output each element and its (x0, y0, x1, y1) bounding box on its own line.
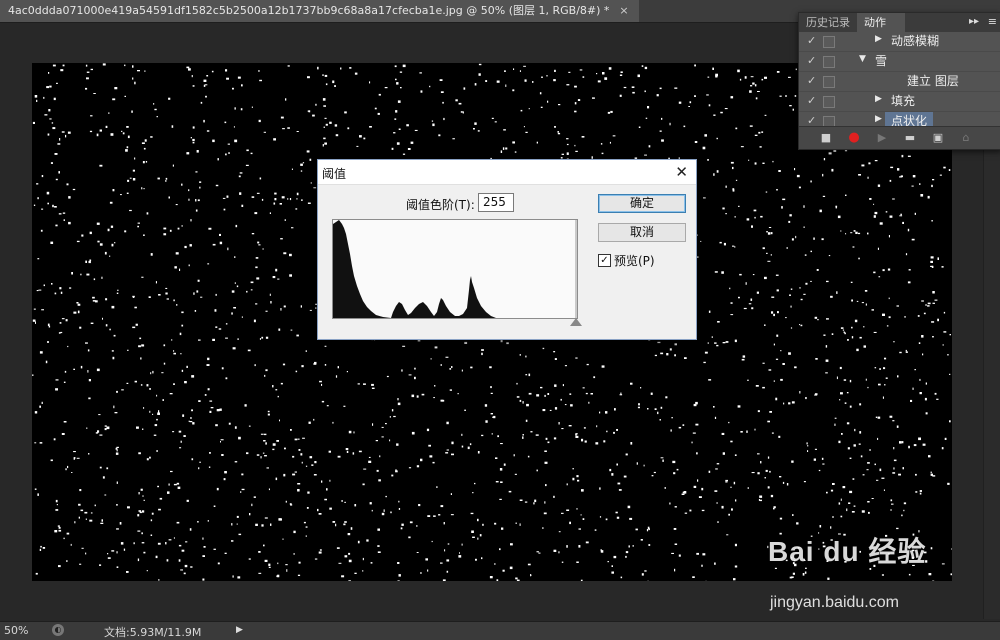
action-row[interactable]: ✓ ▶动感模糊 (799, 32, 1000, 52)
dialog-title: 阈值 (322, 165, 346, 182)
baidu-watermark: Bai du 经验 jingyan.baidu.com (760, 530, 960, 620)
dialog-toggle-box[interactable] (823, 36, 835, 48)
action-row[interactable]: ✓ ▼雪 (799, 52, 1000, 72)
dialog-toggle-box[interactable] (823, 56, 835, 68)
threshold-dialog: 阈值 ✕ 阈值色阶(T): 255 确定 取消 ✓ 预览(P) (317, 159, 697, 340)
record-icon[interactable]: ● (847, 131, 861, 145)
document-tab-title: 4ac0ddda071000e419a54591df1582c5b2500a12… (8, 0, 609, 22)
threshold-level-input[interactable]: 255 (478, 193, 514, 212)
dialog-title-bar[interactable]: 阈值 ✕ (318, 160, 696, 185)
collapsed-triangle-icon[interactable]: ▶ (875, 94, 882, 104)
panel-tabs: 历史记录 动作 ▸▸ ≡ (799, 13, 1000, 32)
document-tab[interactable]: 4ac0ddda071000e419a54591df1582c5b2500a12… (0, 0, 639, 22)
document-size: 文档:5.93M/11.9M (104, 624, 201, 640)
collapsed-triangle-icon[interactable]: ▶ (875, 114, 882, 124)
new-action-icon[interactable]: ▣ (931, 131, 945, 145)
toggle-item-check-icon[interactable]: ✓ (807, 54, 819, 67)
zoom-level[interactable]: 50% (4, 624, 28, 637)
dialog-toggle-box[interactable] (823, 96, 835, 108)
action-row[interactable]: ✓ ▶填充 (799, 92, 1000, 112)
toggle-item-check-icon[interactable]: ✓ (807, 74, 819, 87)
collapse-panel-icon[interactable]: ▸▸ (969, 16, 979, 27)
expanded-triangle-icon[interactable]: ▼ (859, 54, 866, 64)
close-icon[interactable]: ✕ (675, 163, 688, 181)
threshold-level-label: 阈值色阶(T): (406, 196, 475, 213)
actions-panel: 历史记录 动作 ▸▸ ≡ ✓▶动感模糊✓▼雪✓建立 图层✓▶填充✓▶点状化 ■ … (798, 12, 1000, 150)
action-row-label: 动感模糊 (885, 32, 945, 51)
panel-menu-icon[interactable]: ≡ (988, 15, 997, 28)
action-list: ✓▶动感模糊✓▼雪✓建立 图层✓▶填充✓▶点状化 (799, 32, 1000, 132)
histogram (332, 219, 578, 319)
action-row-label: 雪 (869, 52, 893, 71)
close-tab-icon[interactable]: × (619, 0, 628, 22)
toggle-item-check-icon[interactable]: ✓ (807, 34, 819, 47)
preview-label: 预览(P) (614, 252, 655, 269)
watermark-url: jingyan.baidu.com (770, 594, 899, 612)
action-row[interactable]: ✓ 建立 图层 (799, 72, 1000, 92)
action-row-label: 建立 图层 (901, 72, 965, 91)
status-bar: 50% ◐ 文档:5.93M/11.9M ▶ (0, 621, 1000, 640)
dialog-toggle-box[interactable] (823, 76, 835, 88)
histogram-shape (333, 220, 496, 318)
collapsed-triangle-icon[interactable]: ▶ (875, 34, 882, 44)
histogram-graph (333, 220, 577, 318)
play-icon[interactable]: ▶ (875, 131, 889, 145)
preview-checkbox[interactable]: ✓ 预览(P) (598, 252, 655, 269)
preview-check-icon[interactable]: ✓ (598, 254, 611, 267)
toggle-item-check-icon[interactable]: ✓ (807, 94, 819, 107)
threshold-slider-handle[interactable] (570, 318, 582, 326)
tab-actions[interactable]: 动作 (857, 13, 905, 32)
action-row-label: 填充 (885, 92, 921, 111)
status-menu-arrow-icon[interactable]: ▶ (236, 625, 243, 635)
trash-icon[interactable]: ⌂ (959, 131, 973, 145)
ok-button[interactable]: 确定 (598, 194, 686, 213)
baidu-logo: Bai du 经验 (768, 530, 926, 570)
actions-toolbar: ■ ● ▶ ▬ ▣ ⌂ (799, 126, 1000, 149)
cancel-button[interactable]: 取消 (598, 223, 686, 242)
stop-icon[interactable]: ■ (819, 131, 833, 145)
folder-icon[interactable]: ▬ (903, 131, 917, 145)
status-info-icon[interactable]: ◐ (52, 624, 64, 636)
tab-history[interactable]: 历史记录 (799, 13, 859, 32)
